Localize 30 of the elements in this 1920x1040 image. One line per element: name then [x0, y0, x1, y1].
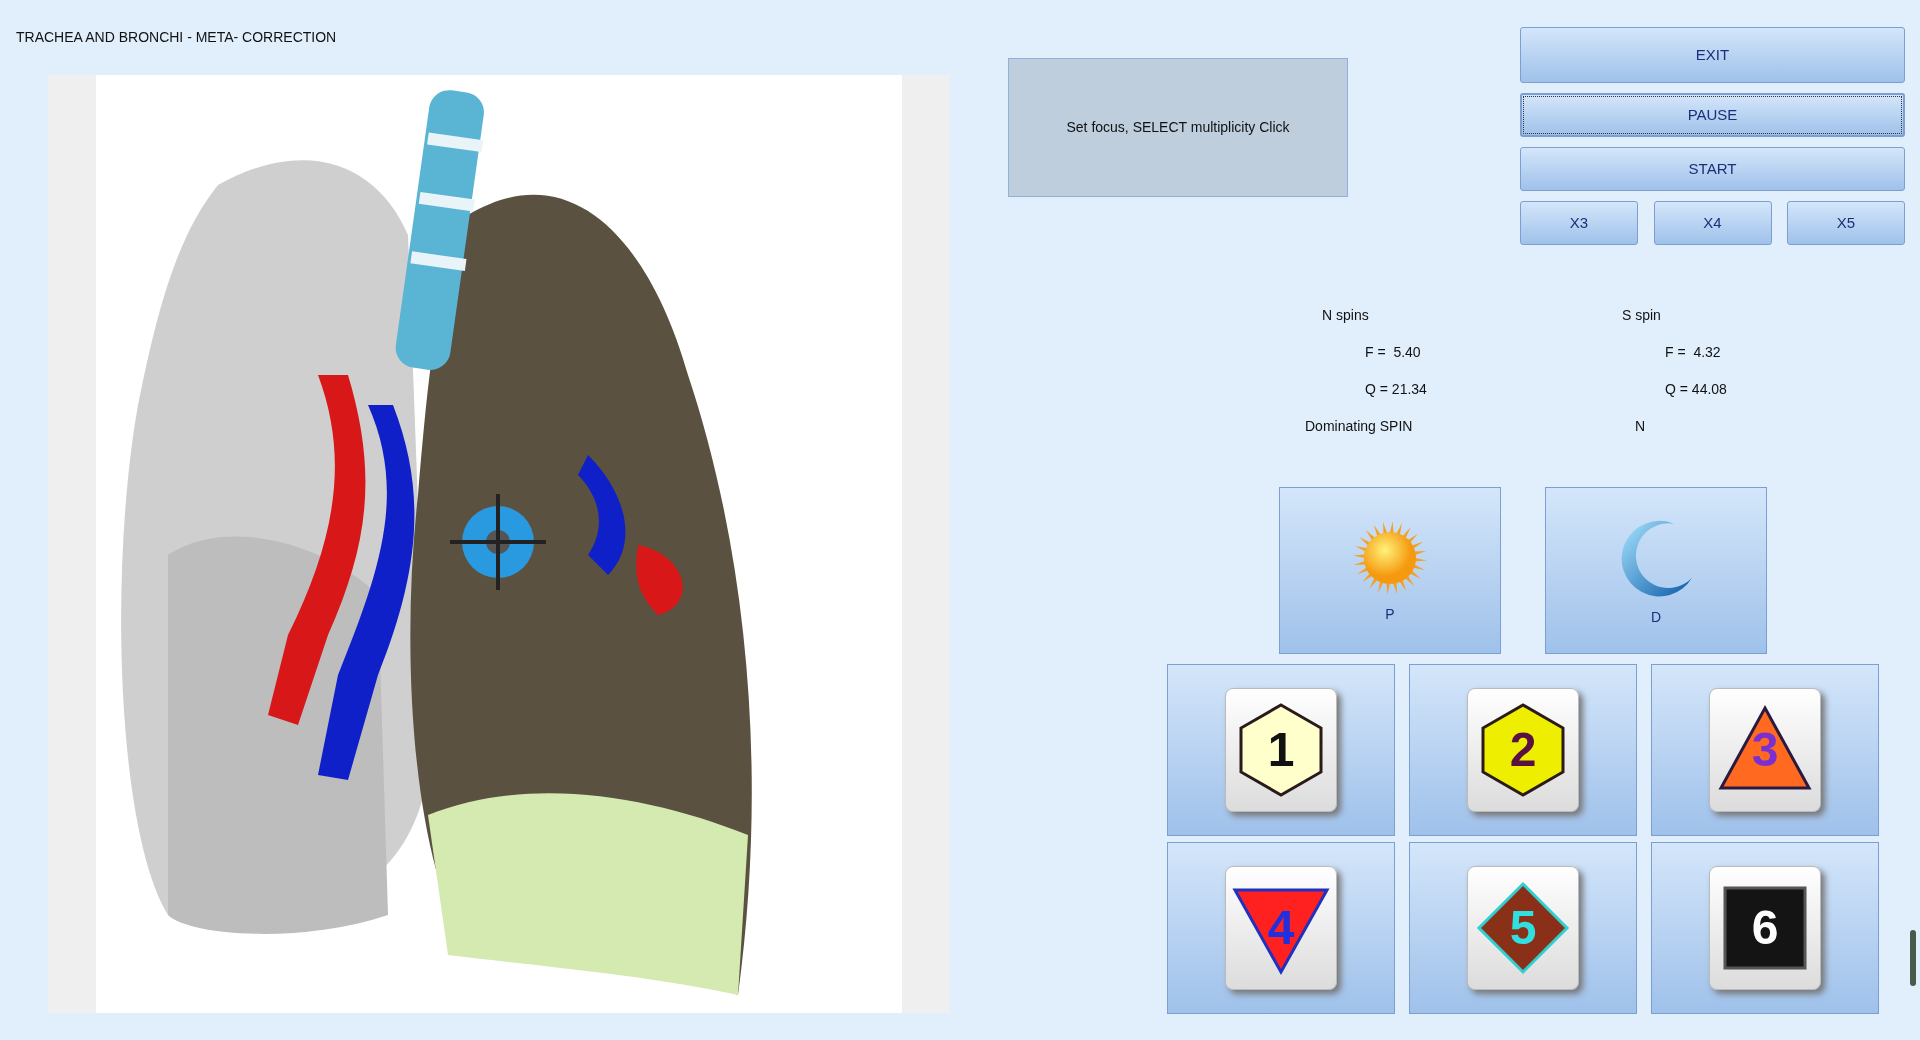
- dominating-spin-label: Dominating SPIN: [1305, 417, 1414, 436]
- frequency-value: F = 5.40: [1365, 343, 1422, 362]
- frequency-value: F = 4.32: [1665, 343, 1722, 362]
- window-title: TRACHEA AND BRONCHI - META- CORRECTION: [16, 28, 338, 46]
- multiplier-button[interactable]: X5: [1787, 201, 1905, 245]
- multiplier-button[interactable]: X3: [1520, 201, 1638, 245]
- mode-button[interactable]: P: [1279, 487, 1501, 654]
- status-message-panel: Set focus, SELECT multiplicity Click: [1008, 58, 1348, 197]
- diamond-icon: [1476, 881, 1570, 975]
- square-icon: [1723, 886, 1807, 970]
- triangle-icon: [1718, 704, 1812, 790]
- multiplicity-button[interactable]: 6: [1651, 842, 1879, 1014]
- control-button[interactable]: START: [1520, 147, 1905, 191]
- inverted-triangle-icon: [1232, 888, 1330, 976]
- spin-heading: S spin: [1622, 306, 1662, 325]
- multiplicity-button[interactable]: 2: [1409, 664, 1637, 836]
- dominating-spin-value: N: [1635, 417, 1647, 436]
- crosshair-icon: [448, 492, 548, 592]
- control-button[interactable]: PAUSE: [1520, 93, 1905, 137]
- hexagon-icon: [1239, 703, 1323, 797]
- multiplicity-button[interactable]: 5: [1409, 842, 1637, 1014]
- multiplicity-button[interactable]: 1: [1167, 664, 1395, 836]
- quality-value: Q = 44.08: [1665, 380, 1728, 399]
- hexagon-icon: [1481, 703, 1565, 797]
- quality-value: Q = 21.34: [1365, 380, 1428, 399]
- scrollbar-thumb[interactable]: [1910, 930, 1916, 986]
- control-button[interactable]: EXIT: [1520, 27, 1905, 83]
- spin-heading: N spins: [1322, 306, 1370, 325]
- mode-button[interactable]: D: [1545, 487, 1767, 654]
- multiplier-button[interactable]: X4: [1653, 201, 1772, 245]
